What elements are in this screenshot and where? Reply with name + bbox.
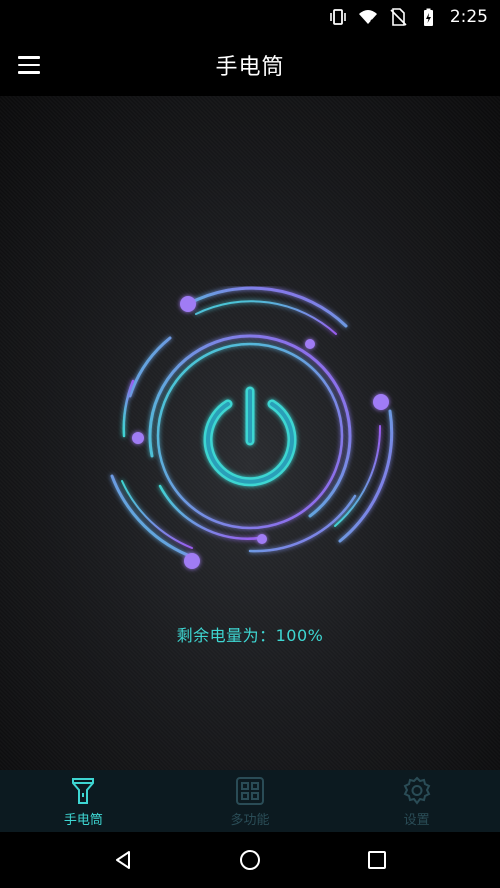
tab-label: 手电筒: [63, 812, 103, 828]
app-bar: 手电筒: [0, 34, 500, 96]
no-sim-icon: [388, 7, 408, 27]
back-icon[interactable]: [103, 840, 143, 880]
system-nav-bar: [0, 832, 500, 888]
tab-flashlight[interactable]: 手电筒: [0, 770, 167, 832]
recents-icon[interactable]: [357, 840, 397, 880]
home-icon[interactable]: [230, 840, 270, 880]
flashlight-icon: [67, 775, 99, 807]
main-content: 剩余电量为：100%: [0, 96, 500, 770]
tab-multifunction[interactable]: 多功能: [167, 770, 334, 832]
status-bar: 2:25: [0, 0, 500, 34]
grid-icon: [234, 775, 266, 807]
gear-icon: [401, 775, 433, 807]
tab-label: 多功能: [230, 812, 270, 828]
tab-settings[interactable]: 设置: [333, 770, 500, 832]
vibrate-icon: [328, 7, 348, 27]
status-time: 2:25: [449, 7, 488, 27]
power-button[interactable]: [100, 286, 400, 586]
wifi-icon: [358, 7, 378, 27]
tab-label: 设置: [403, 812, 430, 828]
battery-level-text: 剩余电量为：100%: [176, 626, 324, 645]
hamburger-menu-icon[interactable]: [18, 51, 50, 79]
page-title: 手电筒: [215, 55, 285, 80]
bottom-nav: 手电筒 多功能 设置: [0, 770, 500, 832]
battery-charging-icon: [418, 7, 438, 27]
